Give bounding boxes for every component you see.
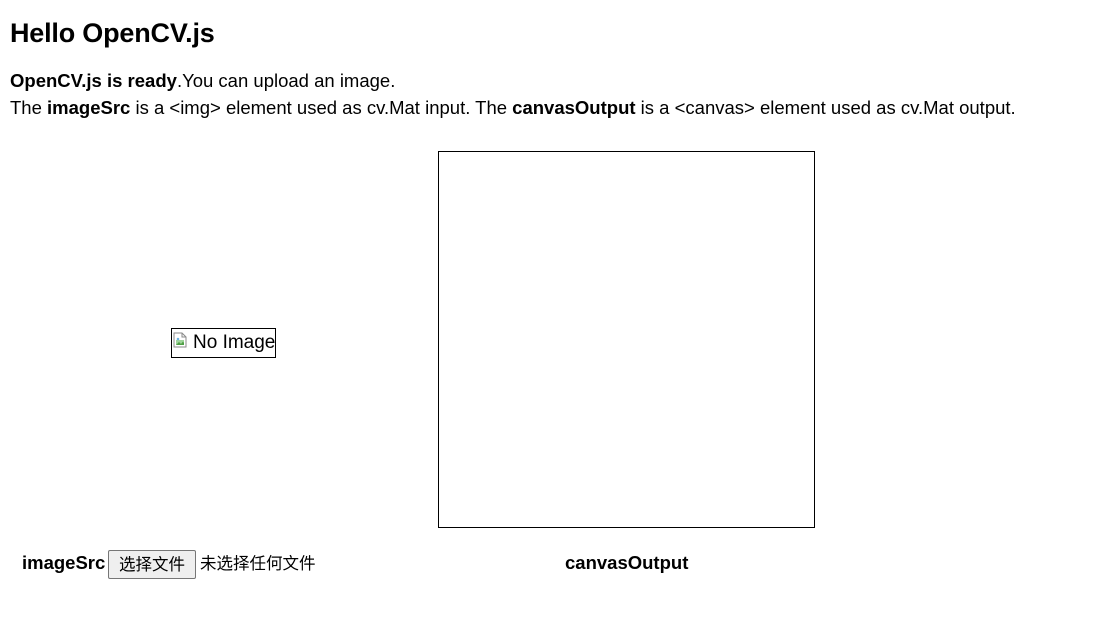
file-input-status: 未选择任何文件 bbox=[200, 554, 316, 573]
description-text: The imageSrc is a <img> element used as … bbox=[10, 95, 1016, 121]
image-alt-text: No Image bbox=[193, 332, 276, 353]
status-instruction-text: .You can upload an image. bbox=[176, 70, 396, 91]
description-part-1: The bbox=[10, 97, 48, 118]
image-src-caption: imageSrc bbox=[22, 552, 106, 573]
description-canvas-output-name: canvasOutput bbox=[512, 97, 636, 118]
page: Hello OpenCV.js OpenCV.js is ready.You c… bbox=[0, 0, 1102, 643]
canvas-output-caption: canvasOutput bbox=[565, 552, 689, 573]
page-title: Hello OpenCV.js bbox=[10, 18, 215, 48]
description-part-3: is a <canvas> element used as cv.Mat out… bbox=[635, 97, 1016, 118]
choose-file-button[interactable]: 选择文件 bbox=[108, 550, 196, 579]
status-message: OpenCV.js is ready.You can upload an ima… bbox=[10, 68, 395, 94]
status-ready-text: OpenCV.js is ready bbox=[10, 70, 177, 91]
description-part-2: is a <img> element used as cv.Mat input.… bbox=[130, 97, 513, 118]
canvas-output bbox=[438, 151, 815, 528]
description-image-src-name: imageSrc bbox=[47, 97, 131, 118]
image-source: No Image bbox=[171, 328, 276, 358]
broken-image-icon bbox=[173, 332, 187, 348]
